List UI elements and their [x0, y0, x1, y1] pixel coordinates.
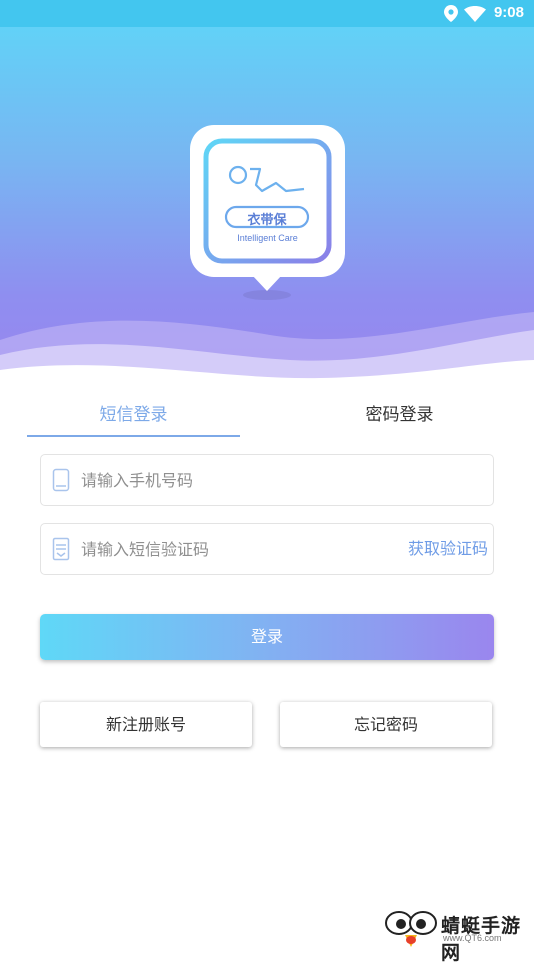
phone-input[interactable] — [81, 455, 481, 505]
phone-field — [40, 454, 494, 506]
watermark: 蜻蜓手游网 www.QT6.com — [385, 905, 534, 964]
sms-code-input[interactable] — [81, 524, 381, 574]
watermark-url: www.QT6.com — [443, 933, 502, 943]
status-time: 9:08 — [493, 4, 524, 21]
login-tabs: 短信登录 密码登录 — [0, 395, 534, 437]
message-icon — [52, 537, 70, 561]
tab-sms-login[interactable]: 短信登录 — [27, 395, 240, 437]
forgot-password-button[interactable]: 忘记密码 — [280, 702, 492, 747]
dragonfly-logo-icon — [385, 911, 437, 947]
tab-password-login[interactable]: 密码登录 — [293, 395, 506, 435]
wifi-icon — [464, 6, 486, 22]
logo-tagline: Intelligent Care — [237, 233, 298, 243]
phone-icon — [52, 468, 70, 492]
wave-decoration — [0, 312, 534, 395]
get-code-button[interactable]: 获取验证码 — [408, 524, 488, 574]
hero-banner: 9:08 衣带保 Intelligent Care — [0, 0, 534, 395]
logo-name: 衣带保 — [247, 213, 287, 228]
status-bar: 9:08 — [0, 0, 534, 27]
login-button[interactable]: 登录 — [40, 614, 494, 660]
sms-code-field: 获取验证码 — [40, 523, 494, 575]
app-logo: 衣带保 Intelligent Care — [190, 125, 345, 305]
register-button[interactable]: 新注册账号 — [40, 702, 252, 747]
location-icon — [444, 5, 458, 22]
